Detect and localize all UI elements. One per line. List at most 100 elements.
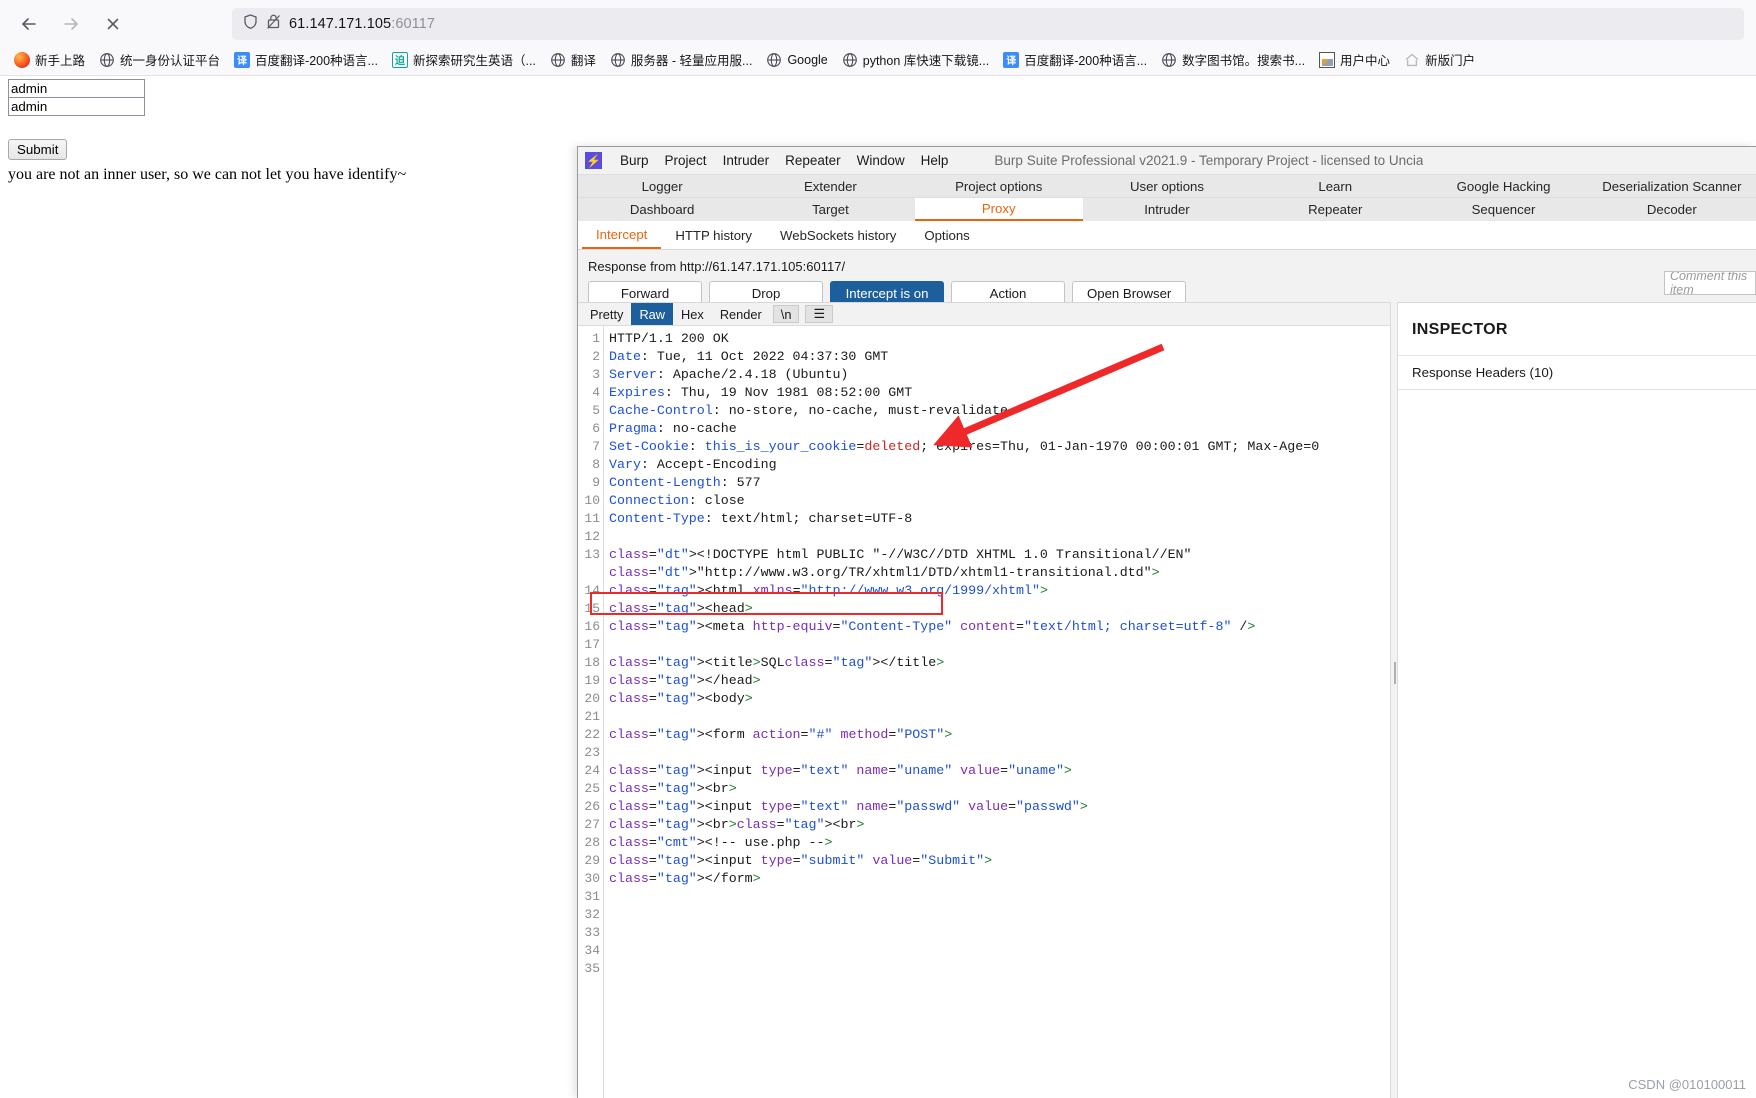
view-hex-button[interactable]: Hex — [673, 303, 712, 325]
bookmark-item[interactable]: 新版门户 — [1398, 47, 1481, 72]
newline-toggle-button[interactable]: \n — [773, 305, 800, 323]
tab-project-options[interactable]: Project options — [915, 175, 1083, 197]
tab-intruder[interactable]: Intruder — [1083, 198, 1251, 221]
firefox-icon — [14, 52, 30, 68]
panel-splitter[interactable] — [1390, 302, 1398, 1098]
tab-logger[interactable]: Logger — [578, 175, 746, 197]
tab-deserialization-scanner[interactable]: Deserialization Scanner — [1588, 175, 1756, 197]
globe-icon — [766, 52, 782, 68]
globe-icon — [550, 52, 566, 68]
tab-extender[interactable]: Extender — [746, 175, 914, 197]
bookmark-item[interactable]: 统一身份认证平台 — [93, 47, 226, 72]
tab-google-hacking[interactable]: Google Hacking — [1419, 175, 1587, 197]
bookmark-item[interactable]: python 库快速下载镜... — [836, 47, 995, 72]
subtab-http-history[interactable]: HTTP history — [661, 221, 766, 249]
tab-user-options[interactable]: User options — [1083, 175, 1251, 197]
address-bar[interactable]: 61.147.171.105:60117 — [232, 8, 1744, 40]
bookmark-label: Google — [787, 53, 827, 67]
tab-proxy[interactable]: Proxy — [915, 198, 1083, 221]
bookmark-label: 新手上路 — [35, 50, 85, 69]
response-source-label: Response from http://61.147.171.105:6011… — [578, 250, 1756, 281]
globe-icon — [842, 52, 858, 68]
inspector-panel: INSPECTOR Response Headers (10) — [1398, 302, 1756, 1098]
bookmark-item[interactable]: 译 百度翻译-200种语言... — [997, 47, 1153, 72]
bookmark-label: 百度翻译-200种语言... — [1024, 50, 1147, 69]
bookmark-item[interactable]: 译 百度翻译-200种语言... — [228, 47, 384, 72]
hamburger-menu-icon[interactable]: ☰ — [805, 305, 832, 323]
line-number: 2 — [578, 348, 603, 366]
line-number: 22 — [578, 726, 603, 744]
line-number: 33 — [578, 924, 603, 942]
watermark: CSDN @010100011 — [1628, 1077, 1746, 1092]
message-view-toolbar: Pretty Raw Hex Render \n ☰ — [578, 303, 1390, 326]
view-render-button[interactable]: Render — [712, 303, 770, 325]
line-number: 8 — [578, 456, 603, 474]
stop-button[interactable] — [96, 7, 130, 41]
view-raw-button[interactable]: Raw — [631, 303, 673, 325]
menu-window[interactable]: Window — [849, 151, 913, 170]
bookmark-item[interactable]: 用户中心 — [1313, 47, 1396, 72]
message-editor: Pretty Raw Hex Render \n ☰ 1 2 3 4 5 6 7… — [578, 302, 1390, 1098]
bookmark-item[interactable]: 新手上路 — [8, 47, 91, 72]
bookmark-label: 翻译 — [571, 50, 596, 69]
menu-project[interactable]: Project — [657, 151, 715, 170]
code-scroll-area[interactable]: 1 2 3 4 5 6 7 8 9 10 11 12 13 14 15 16 1… — [578, 326, 1390, 1098]
burp-tabs-row-1: Logger Extender Project options User opt… — [578, 175, 1756, 198]
line-number: 35 — [578, 960, 603, 978]
tab-decoder[interactable]: Decoder — [1588, 198, 1756, 221]
view-pretty-button[interactable]: Pretty — [582, 303, 631, 325]
bookmark-item[interactable]: 翻译 — [544, 47, 602, 72]
inspector-section-response-headers[interactable]: Response Headers (10) — [1398, 355, 1756, 390]
url-port: :60117 — [391, 16, 435, 32]
back-button[interactable] — [12, 7, 46, 41]
bookmark-label: 新版门户 — [1425, 50, 1475, 69]
line-number: 9 — [578, 474, 603, 492]
burp-suite-window: ⚡ Burp Project Intruder Repeater Window … — [577, 146, 1756, 1098]
menu-burp[interactable]: Burp — [612, 151, 657, 170]
forward-button[interactable] — [54, 7, 88, 41]
line-number: 21 — [578, 708, 603, 726]
bookmark-item[interactable]: 迫 新探索研究生英语（... — [386, 47, 542, 72]
line-number: 28 — [578, 834, 603, 852]
burp-tabs-row-2: Dashboard Target Proxy Intruder Repeater… — [578, 198, 1756, 221]
bookmark-label: python 库快速下载镜... — [863, 50, 989, 69]
translate-badge-icon: 译 — [1003, 52, 1019, 68]
bookmark-item[interactable]: 数字图书馆。搜索书... — [1155, 47, 1311, 72]
tab-sequencer[interactable]: Sequencer — [1419, 198, 1587, 221]
globe-icon — [99, 52, 115, 68]
username-input[interactable] — [8, 79, 145, 98]
bookmark-label: 百度翻译-200种语言... — [255, 50, 378, 69]
subtab-intercept[interactable]: Intercept — [582, 221, 661, 249]
translate-badge-icon: 译 — [234, 52, 250, 68]
inspector-title: INSPECTOR — [1398, 303, 1756, 339]
tab-dashboard[interactable]: Dashboard — [578, 198, 746, 221]
line-number: 11 — [578, 510, 603, 528]
line-number: 18 — [578, 654, 603, 672]
bookmark-item[interactable]: Google — [760, 49, 833, 71]
line-number: 7 — [578, 438, 603, 456]
tab-repeater[interactable]: Repeater — [1251, 198, 1419, 221]
password-input[interactable] — [8, 97, 145, 116]
subtab-options[interactable]: Options — [910, 221, 983, 249]
line-number: 23 — [578, 744, 603, 762]
menu-repeater[interactable]: Repeater — [777, 151, 849, 170]
line-number — [578, 564, 603, 582]
bookmark-label: 新探索研究生英语（... — [413, 50, 536, 69]
tab-learn[interactable]: Learn — [1251, 175, 1419, 197]
line-number: 25 — [578, 780, 603, 798]
bookmark-item[interactable]: 服务器 - 轻量应用服... — [604, 47, 759, 72]
bookmark-label: 数字图书馆。搜索书... — [1182, 50, 1305, 69]
comment-input[interactable]: Comment this item — [1664, 271, 1756, 295]
tab-target[interactable]: Target — [746, 198, 914, 221]
menu-intruder[interactable]: Intruder — [715, 151, 778, 170]
globe-icon — [610, 52, 626, 68]
response-body: HTTP/1.1 200 OK Date: Tue, 11 Oct 2022 0… — [604, 326, 1390, 1098]
submit-button[interactable]: Submit — [8, 139, 67, 160]
line-number: 24 — [578, 762, 603, 780]
menu-help[interactable]: Help — [913, 151, 957, 170]
lock-broken-icon[interactable] — [266, 13, 281, 35]
line-number: 19 — [578, 672, 603, 690]
subtab-websockets-history[interactable]: WebSockets history — [766, 221, 910, 249]
line-number: 6 — [578, 420, 603, 438]
line-number-gutter: 1 2 3 4 5 6 7 8 9 10 11 12 13 14 15 16 1… — [578, 326, 604, 1098]
